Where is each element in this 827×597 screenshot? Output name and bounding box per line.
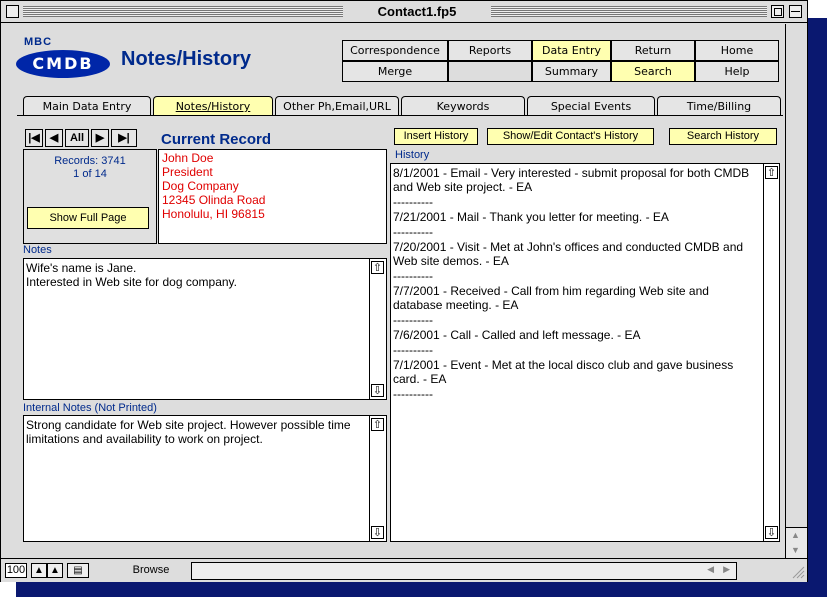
notes-field[interactable]: Wife's name is Jane. Interested in Web s… — [23, 258, 387, 400]
history-content: 8/1/2001 - Email - Very interested - sub… — [393, 166, 761, 402]
zoom-in-icon[interactable]: ▲ — [47, 563, 63, 578]
close-box-icon[interactable] — [6, 5, 19, 18]
tab-other-ph-email-url[interactable]: Other Ph,Email,URL — [275, 96, 399, 116]
history-separator: ---------- — [393, 387, 433, 401]
history-entry: 7/7/2001 - Received - Call from him rega… — [393, 284, 709, 312]
internal-notes-field[interactable]: Strong candidate for Web site project. H… — [23, 415, 387, 542]
prev-record-button[interactable]: ◀ — [45, 129, 63, 147]
history-entry: 7/20/2001 - Visit - Met at John's office… — [393, 240, 744, 268]
history-entry: 7/1/2001 - Event - Met at the local disc… — [393, 358, 734, 386]
internal-notes-scrollbar[interactable]: ⇧ ⇩ — [369, 416, 385, 541]
contact-city-state-zip[interactable]: Honolulu, HI 96815 — [162, 207, 265, 221]
history-separator: ---------- — [393, 313, 433, 327]
zoom-level[interactable]: 100 — [5, 563, 27, 578]
scroll-up-arrow-icon[interactable]: ▲ — [791, 530, 800, 540]
data-entry-button[interactable]: Data Entry — [532, 40, 611, 61]
contact-address[interactable]: 12345 Olinda Road — [162, 193, 265, 207]
mode-indicator: Browse — [132, 564, 170, 576]
zoom-out-icon[interactable]: ▲ — [31, 563, 47, 578]
notes-label: Notes — [23, 244, 52, 256]
history-entry: 7/6/2001 - Call - Called and left messag… — [393, 328, 641, 342]
internal-notes-label: Internal Notes (Not Printed) — [23, 402, 157, 414]
status-bar: 100 ▲ ▲ ▤ Browse ◀ ▶ — [1, 558, 807, 582]
scroll-down-arrow-icon[interactable]: ⇩ — [371, 526, 384, 539]
resize-grip-icon[interactable] — [787, 559, 807, 582]
history-entry: 7/21/2001 - Mail - Thank you letter for … — [393, 210, 669, 224]
logo-main-text: CMDB — [16, 50, 110, 78]
contact-name[interactable]: John Doe — [162, 151, 213, 165]
notes-scrollbar[interactable]: ⇧ ⇩ — [369, 259, 385, 399]
all-records-button[interactable]: All — [65, 129, 89, 147]
tab-time-billing[interactable]: Time/Billing — [657, 96, 781, 116]
page-title: Notes/History — [121, 48, 252, 70]
current-record-heading: Current Record — [161, 131, 272, 148]
zoom-box-icon[interactable] — [771, 5, 784, 18]
first-record-button[interactable]: |◀ — [25, 129, 43, 147]
notes-line-2: Interested in Web site for dog company. — [26, 275, 238, 289]
scroll-up-arrow-icon[interactable]: ⇧ — [371, 261, 384, 274]
merge-button[interactable]: Merge — [342, 61, 448, 82]
scroll-right-arrow-icon[interactable]: ▶ — [723, 564, 730, 575]
history-separator: ---------- — [393, 269, 433, 283]
return-button[interactable]: Return — [611, 40, 695, 61]
history-scrollbar[interactable]: ⇧ ⇩ — [763, 164, 779, 541]
notes-line-1: Wife's name is Jane. — [26, 261, 137, 275]
scroll-up-arrow-icon[interactable]: ⇧ — [765, 166, 778, 179]
search-button[interactable]: Search — [611, 61, 695, 82]
tab-keywords[interactable]: Keywords — [401, 96, 525, 116]
reports-button[interactable]: Reports — [448, 40, 532, 61]
horizontal-scrollbar[interactable]: ◀ ▶ — [191, 562, 737, 580]
correspondence-button[interactable]: Correspondence — [342, 40, 448, 61]
history-entry: 8/1/2001 - Email - Very interested - sub… — [393, 166, 750, 194]
scroll-up-arrow-icon[interactable]: ⇧ — [371, 418, 384, 431]
history-separator: ---------- — [393, 225, 433, 239]
show-full-page-button[interactable]: Show Full Page — [27, 207, 149, 229]
home-button[interactable]: Home — [695, 40, 779, 61]
window-vertical-scrollbar[interactable]: ▲ ▼ — [785, 24, 807, 559]
mbc-cmdb-logo: MBC CMDB — [16, 36, 112, 78]
scroll-down-arrow-icon[interactable]: ⇩ — [371, 384, 384, 397]
history-separator: ---------- — [393, 195, 433, 209]
window-title: Contact1.fp5 — [357, 4, 477, 20]
internal-notes-text: Strong candidate for Web site project. H… — [26, 418, 351, 446]
status-area-toggle-icon[interactable]: ▤ — [67, 563, 89, 578]
records-position: 1 of 14 — [73, 168, 107, 180]
next-record-button[interactable]: ▶ — [91, 129, 109, 147]
app-window: Contact1.fp5 ▲ ▼ MBC CMDB Notes/History … — [0, 0, 808, 582]
records-count: Records: 3741 1 of 14 — [23, 155, 157, 181]
last-record-button[interactable]: ▶| — [111, 129, 137, 147]
insert-history-button[interactable]: Insert History — [394, 128, 478, 145]
title-stripes-left — [23, 6, 343, 17]
contact-title[interactable]: President — [162, 165, 213, 179]
empty-nav-slot — [448, 61, 532, 82]
show-edit-history-button[interactable]: Show/Edit Contact's History — [487, 128, 654, 145]
scroll-down-arrow-icon[interactable]: ⇩ — [765, 526, 778, 539]
scroll-down-arrow-icon[interactable]: ▼ — [791, 545, 800, 555]
contact-company[interactable]: Dog Company — [162, 179, 239, 193]
history-field[interactable]: 8/1/2001 - Email - Very interested - sub… — [390, 163, 780, 542]
help-button[interactable]: Help — [695, 61, 779, 82]
summary-button[interactable]: Summary — [532, 61, 611, 82]
search-history-button[interactable]: Search History — [669, 128, 777, 145]
collapse-box-icon[interactable] — [789, 5, 802, 18]
scroll-left-arrow-icon[interactable]: ◀ — [707, 564, 714, 575]
scroll-arrows[interactable]: ▲ ▼ — [786, 527, 807, 559]
title-stripes-right — [491, 6, 767, 17]
history-label: History — [395, 149, 430, 161]
logo-top-text: MBC — [24, 36, 53, 48]
history-separator: ---------- — [393, 343, 433, 357]
records-total: Records: 3741 — [54, 155, 126, 167]
tab-notes-history[interactable]: Notes/History — [153, 96, 273, 116]
tab-special-events[interactable]: Special Events — [527, 96, 655, 116]
tab-main-data-entry[interactable]: Main Data Entry — [23, 96, 151, 116]
title-bar[interactable]: Contact1.fp5 — [1, 1, 807, 23]
